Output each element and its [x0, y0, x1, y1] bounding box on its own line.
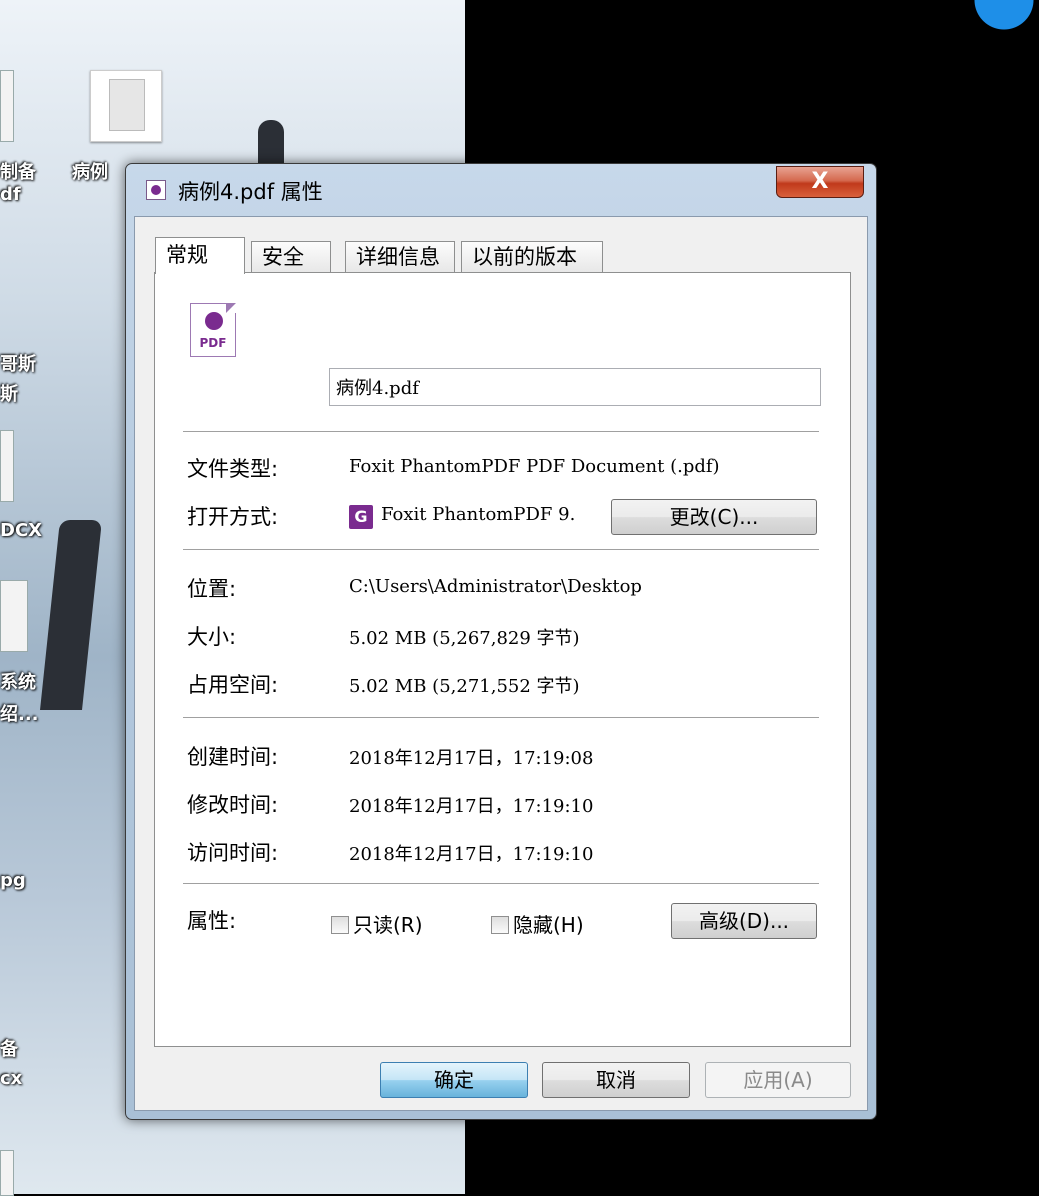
disk-size-label: 占用空间:	[187, 673, 279, 697]
pdf-document-icon: PDF	[190, 303, 236, 357]
created-value: 2018年12月17日，17:19:08	[349, 748, 594, 769]
readonly-label[interactable]: 只读(R)	[353, 909, 423, 938]
file-type-value: Foxit PhantomPDF PDF Document (.pdf)	[349, 456, 720, 477]
corner-app-icon[interactable]	[969, 0, 1039, 40]
accessed-label: 访问时间:	[187, 841, 279, 865]
desktop-doc-icon[interactable]	[0, 430, 14, 502]
wallpaper-tree-trunk	[40, 520, 102, 710]
readonly-checkbox[interactable]	[331, 916, 349, 934]
location-value: C:\Users\Administrator\Desktop	[349, 576, 642, 597]
general-panel: PDF 文件类型: Foxit PhantomPDF PDF Document …	[154, 272, 851, 1047]
disk-size-value: 5.02 MB (5,271,552 字节)	[349, 676, 580, 697]
desktop-icon-sublabel[interactable]: 斯	[0, 380, 18, 406]
size-value: 5.02 MB (5,267,829 字节)	[349, 628, 580, 649]
desktop-doc-icon[interactable]	[0, 1150, 14, 1196]
cancel-button[interactable]: 取消	[542, 1062, 690, 1098]
desktop-pdf-thumbnail[interactable]	[90, 70, 162, 142]
desktop-icon-label[interactable]: 哥斯	[0, 350, 36, 376]
desktop-icon-label[interactable]: 病例	[72, 158, 108, 184]
apply-button[interactable]: 应用(A)	[705, 1062, 851, 1098]
desktop-icon-label[interactable]: 系统	[0, 668, 36, 694]
file-name-field[interactable]	[329, 368, 821, 406]
dialog-client: 常规 安全 详细信息 以前的版本 PDF 文件类型: Foxit Phantom…	[134, 216, 868, 1111]
divider	[183, 883, 819, 884]
modified-value: 2018年12月17日，17:19:10	[349, 796, 594, 817]
dialog-title: 病例4.pdf 属性	[178, 180, 323, 204]
attributes-label: 属性:	[187, 909, 237, 933]
accessed-value: 2018年12月17日，17:19:10	[349, 844, 594, 865]
desktop-icon-label[interactable]: 备	[0, 1035, 18, 1061]
location-label: 位置:	[187, 577, 237, 601]
pdf-icon-label: PDF	[199, 336, 227, 350]
divider	[183, 431, 819, 432]
foxit-app-icon: G	[349, 505, 373, 529]
desktop-icon-label[interactable]: pg	[0, 870, 26, 891]
desktop-icon-sublabel[interactable]: cx	[0, 1068, 22, 1089]
desktop-icon-label[interactable]: 制备	[0, 158, 36, 184]
opens-with-label: 打开方式:	[187, 505, 279, 529]
advanced-button[interactable]: 高级(D)...	[671, 903, 817, 939]
divider	[183, 717, 819, 718]
size-label: 大小:	[187, 625, 237, 649]
close-button[interactable]: X	[776, 166, 864, 198]
dialog-titlebar[interactable]: 病例4.pdf 属性 X	[126, 164, 876, 216]
ok-button[interactable]: 确定	[380, 1062, 528, 1098]
pdf-file-icon	[146, 180, 166, 200]
desktop-icon-sublabel[interactable]: df	[0, 184, 21, 205]
tab-details[interactable]: 详细信息	[345, 241, 455, 273]
desktop-doc-icon[interactable]	[0, 70, 14, 142]
hidden-checkbox[interactable]	[491, 916, 509, 934]
tab-general[interactable]: 常规	[155, 237, 245, 274]
hidden-label[interactable]: 隐藏(H)	[513, 909, 584, 938]
desktop-icon-sublabel[interactable]: 绍...	[0, 700, 39, 726]
file-type-label: 文件类型:	[187, 457, 279, 481]
created-label: 创建时间:	[187, 745, 279, 769]
divider	[183, 549, 819, 550]
modified-label: 修改时间:	[187, 793, 279, 817]
desktop-icon-label[interactable]: DCX	[0, 520, 42, 541]
properties-dialog: 病例4.pdf 属性 X 常规 安全 详细信息 以前的版本 PDF 文件类型: …	[125, 163, 877, 1120]
change-button[interactable]: 更改(C)...	[611, 499, 817, 535]
desktop-doc-icon[interactable]	[0, 580, 28, 652]
opens-with-value: Foxit PhantomPDF 9.	[381, 504, 576, 525]
tab-security[interactable]: 安全	[251, 241, 331, 273]
tab-previous-versions[interactable]: 以前的版本	[461, 241, 603, 273]
